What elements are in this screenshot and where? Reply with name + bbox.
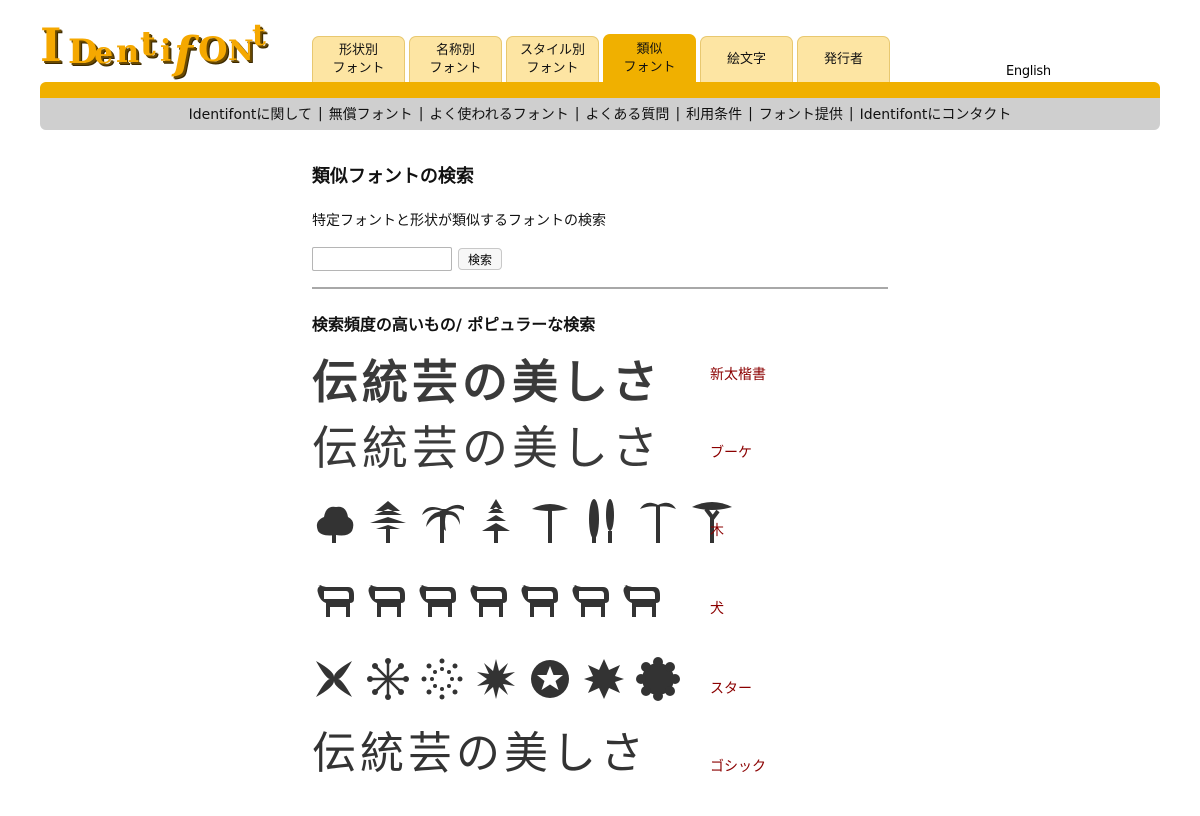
sample-row: 伝統芸の美しさ ゴシック xyxy=(312,714,792,784)
font-link[interactable]: 新太楷書 xyxy=(710,364,766,384)
dog-icon xyxy=(470,585,507,617)
bush-icon xyxy=(316,506,354,543)
nav-link[interactable]: よく使われるフォント xyxy=(429,104,568,124)
logo-letter: t xyxy=(252,18,266,53)
nav-separator: | xyxy=(317,106,323,122)
dotted-burst-icon xyxy=(421,658,463,700)
font-preview[interactable] xyxy=(312,644,680,714)
font-preview[interactable]: 伝統芸の美しさ xyxy=(312,344,662,414)
logo-letter: n xyxy=(116,32,140,70)
nav-link[interactable]: Identifontにコンタクト xyxy=(860,104,1012,124)
dog-icon xyxy=(368,585,405,617)
divider xyxy=(312,287,888,289)
preview-text: 伝統芸の美しさ xyxy=(312,355,662,409)
starburst-icon xyxy=(477,659,515,699)
popular-searches-heading: 検索頻度の高いもの/ ポピュラーな検索 xyxy=(312,315,596,334)
tab-3[interactable]: 類似 フォント xyxy=(603,34,696,82)
sample-row: 犬 xyxy=(312,566,792,636)
header-accent-bar xyxy=(40,82,1160,98)
sample-row: 木 xyxy=(312,486,792,556)
asterisk-star-icon xyxy=(367,658,409,700)
preview-text: 伝統芸の美しさ xyxy=(312,728,648,779)
preview-text: 伝統芸の美しさ xyxy=(312,421,662,475)
sample-row: 伝統芸の美しさ 新太楷書 xyxy=(312,344,792,414)
logo-letter: N xyxy=(228,34,254,67)
font-preview[interactable] xyxy=(312,486,734,556)
logo-letter: i xyxy=(160,34,172,69)
logo-letter: e xyxy=(94,36,114,71)
nav-separator: | xyxy=(748,106,753,122)
tab-label: 発行者 xyxy=(823,51,863,67)
tab-label: 絵文字 xyxy=(726,51,766,67)
tab-label: 類似 フォント xyxy=(623,41,676,75)
logo-letter: f xyxy=(174,28,193,79)
font-preview[interactable]: 伝統芸の美しさ xyxy=(312,410,662,480)
font-link[interactable]: ブーケ xyxy=(710,442,752,462)
nav-link[interactable]: 無償フォント xyxy=(329,104,413,124)
font-link[interactable]: スター xyxy=(710,678,752,698)
page-title: 類似フォントの検索 xyxy=(312,166,474,187)
sample-row: 伝統芸の美しさ ブーケ xyxy=(312,410,792,480)
tall-palm-icon xyxy=(640,502,676,543)
fir-tree-icon xyxy=(482,499,510,543)
palm-tree-icon xyxy=(422,504,464,543)
font-link[interactable]: ゴシック xyxy=(710,756,766,776)
nav-separator: | xyxy=(418,106,424,122)
identifont-logo[interactable]: I D e n t i f O N t xyxy=(38,14,278,84)
nav-link[interactable]: 利用条件 xyxy=(686,104,742,124)
font-preview[interactable] xyxy=(312,566,662,636)
cypress-trees-icon xyxy=(589,499,614,543)
dog-icon xyxy=(317,585,354,617)
tab-4[interactable]: 絵文字 xyxy=(700,36,793,82)
font-preview[interactable]: 伝統芸の美しさ xyxy=(312,714,648,784)
dog-icon xyxy=(623,585,660,617)
font-link[interactable]: 木 xyxy=(710,520,724,540)
tab-2[interactable]: スタイル別 フォント xyxy=(506,36,599,82)
umbrella-pine-icon xyxy=(532,504,568,543)
page-description: 特定フォントと形状が類似するフォントの検索 xyxy=(312,213,606,229)
x-star-icon xyxy=(316,661,352,697)
tab-5[interactable]: 発行者 xyxy=(797,36,890,82)
logo-letter: O xyxy=(198,30,228,70)
dog-icon xyxy=(419,585,456,617)
logo-letter: I xyxy=(40,18,62,72)
dog-icon xyxy=(521,585,558,617)
nav-link[interactable]: よくある質問 xyxy=(585,104,669,124)
main-tabs: 形状別 フォント 名称別 フォント スタイル別 フォント 類似 フォント 絵文字 発行者 xyxy=(312,34,890,82)
secondary-nav: Identifontに関して | 無償フォント | よく使われるフォント | よくある質問 |… xyxy=(40,98,1160,130)
dog-icon xyxy=(572,585,609,617)
main-content: 類似フォントの検索 特定フォントと形状が類似するフォントの検索 検索 検索頻度の… xyxy=(312,160,888,335)
nav-link[interactable]: フォント提供 xyxy=(759,104,843,124)
nav-separator: | xyxy=(574,106,580,122)
tab-label: 名称別 フォント xyxy=(429,42,482,76)
tab-0[interactable]: 形状別 フォント xyxy=(312,36,405,82)
pine-tree-icon xyxy=(370,501,406,543)
nav-link[interactable]: Identifontに関して xyxy=(189,104,312,124)
english-link[interactable]: English xyxy=(1006,64,1051,79)
tab-label: 形状別 フォント xyxy=(332,42,385,76)
tab-1[interactable]: 名称別 フォント xyxy=(409,36,502,82)
sample-row: スター xyxy=(312,644,792,714)
logo-letter: t xyxy=(140,24,156,64)
search-form: 検索 xyxy=(312,247,888,271)
nav-separator: | xyxy=(848,106,854,122)
nav-separator: | xyxy=(675,106,681,122)
search-button[interactable]: 検索 xyxy=(458,248,503,270)
circled-star-icon xyxy=(531,660,569,698)
font-link[interactable]: 犬 xyxy=(710,598,724,618)
font-search-input[interactable] xyxy=(312,247,452,271)
tab-label: スタイル別 フォント xyxy=(519,42,585,76)
scalloped-circle-icon xyxy=(636,657,680,701)
eight-point-star-icon xyxy=(584,659,624,699)
